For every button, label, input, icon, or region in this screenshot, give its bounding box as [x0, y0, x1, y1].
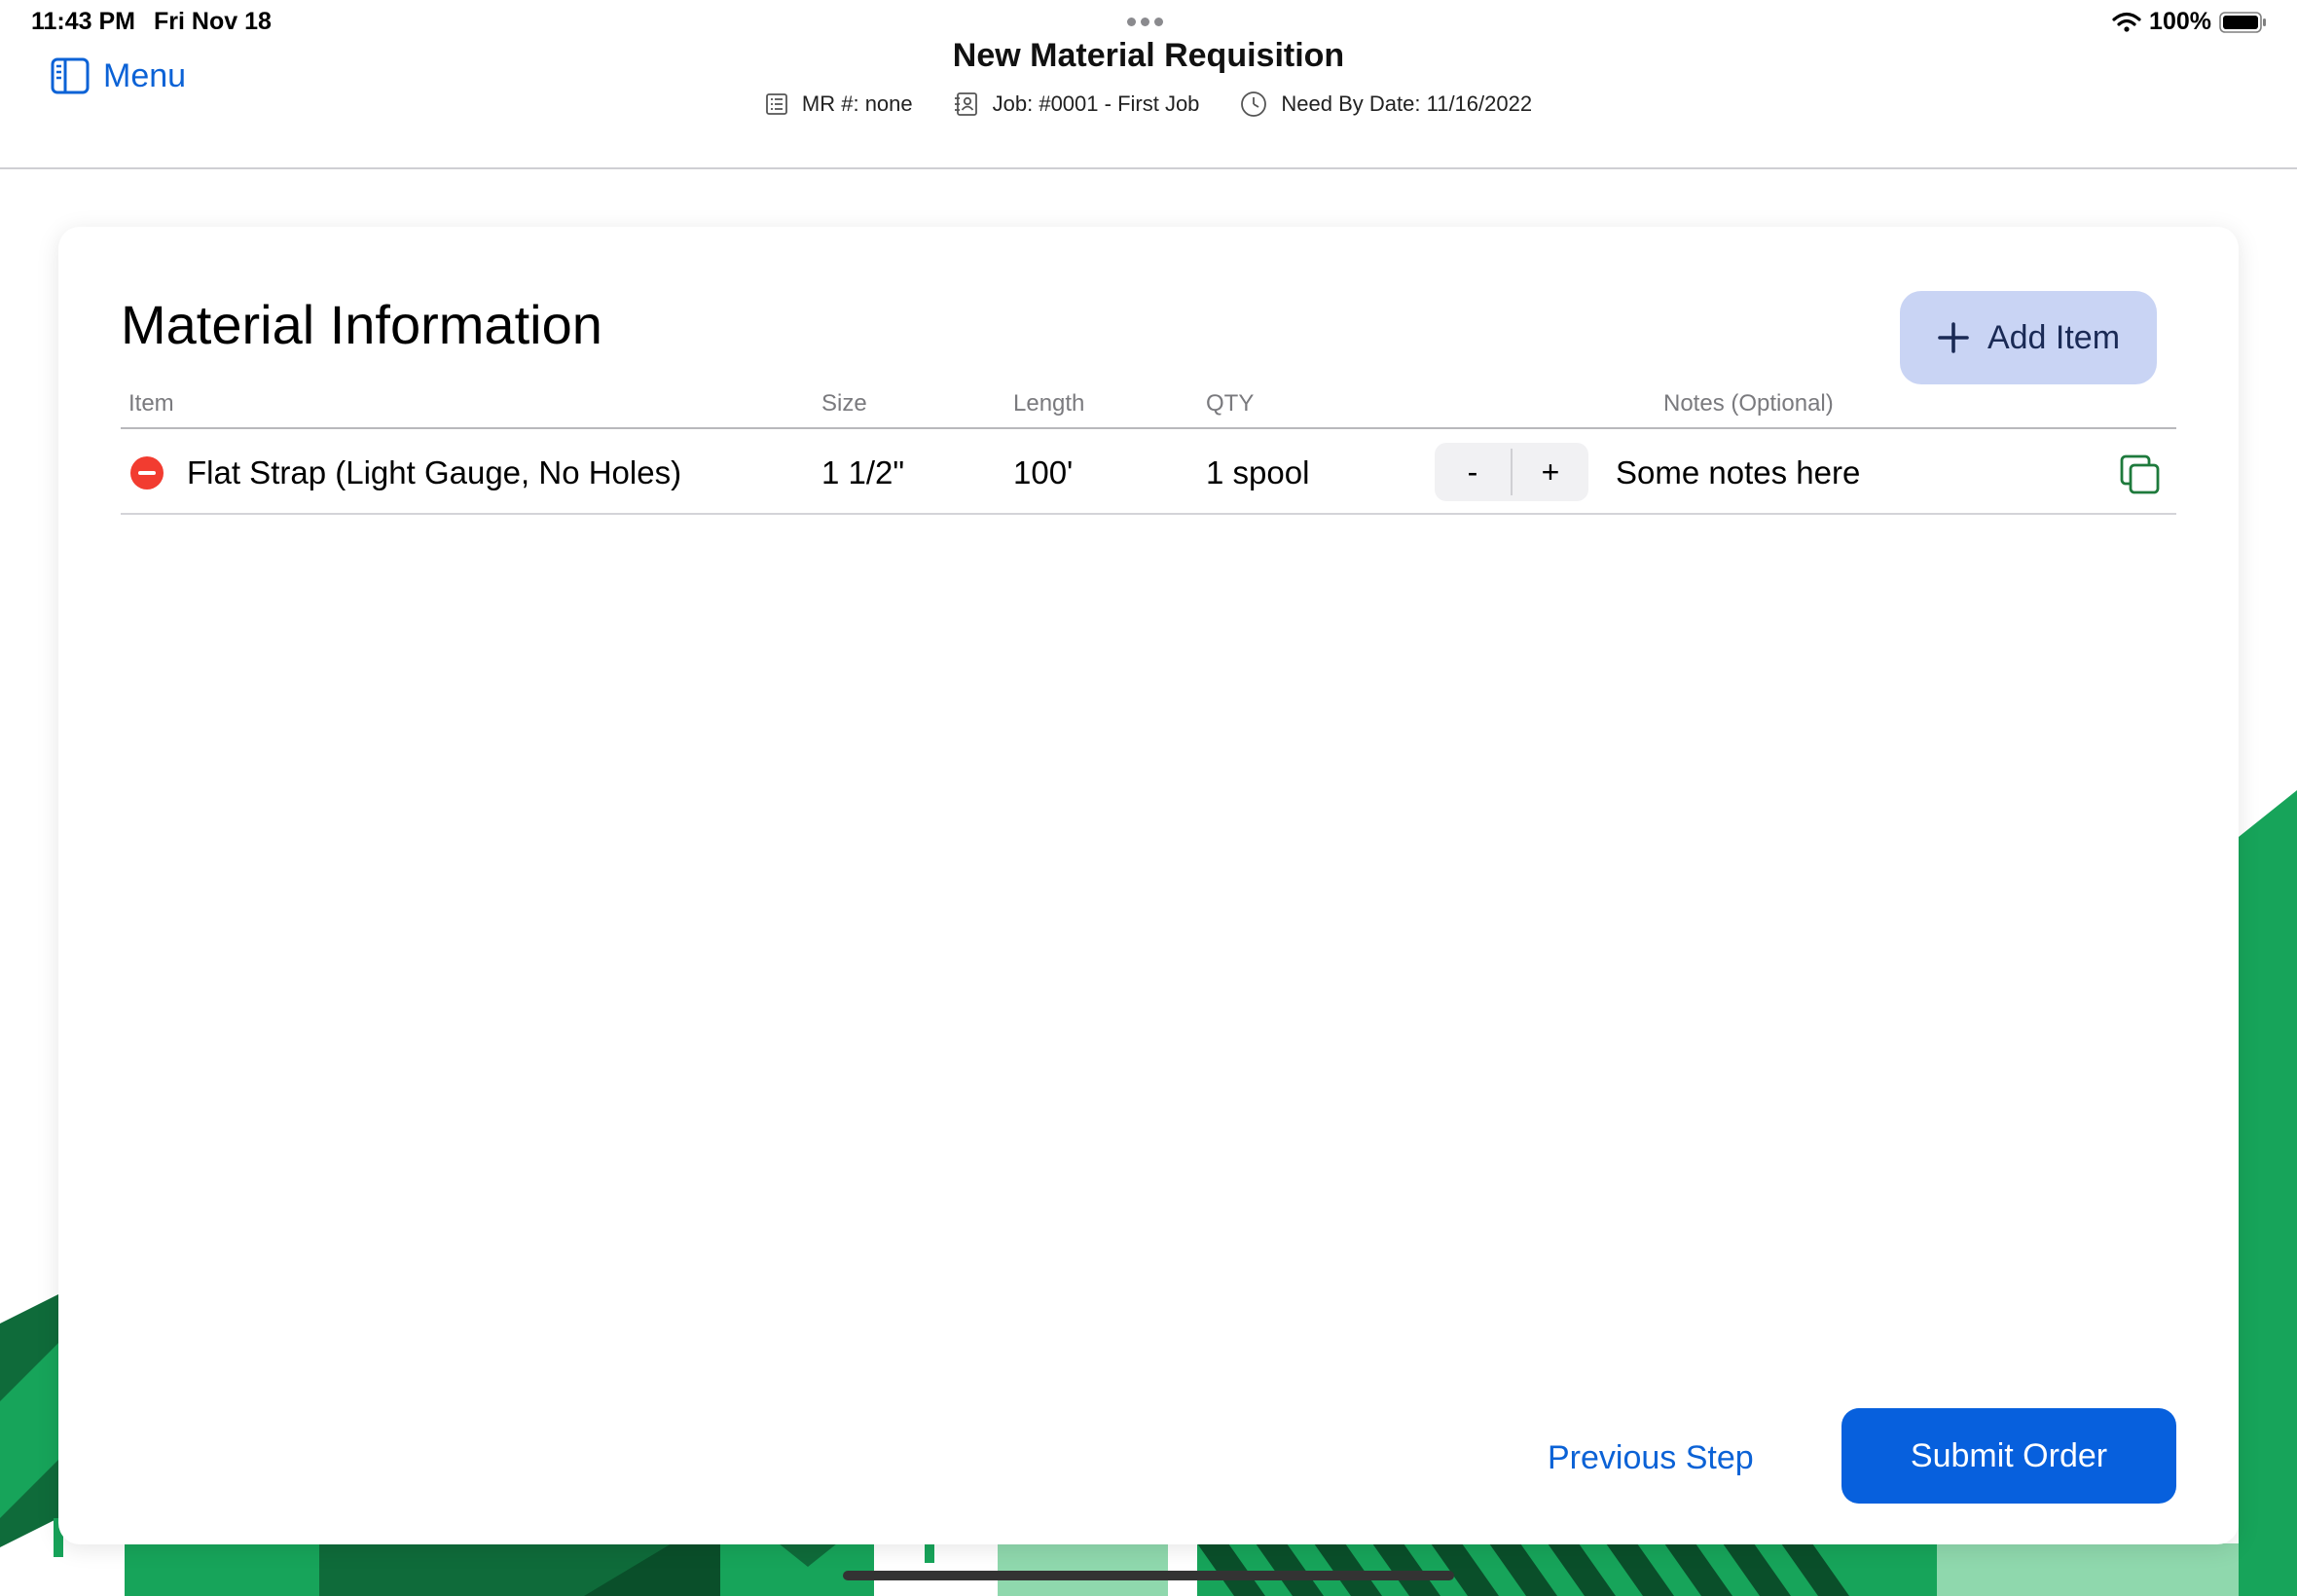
contact-card-icon — [954, 92, 977, 116]
item-size: 1 1/2" — [821, 454, 905, 490]
need-by-text: Need By Date: 11/16/2022 — [1281, 91, 1533, 116]
column-length: Length — [1013, 390, 1085, 417]
decrement-button[interactable]: - — [1435, 443, 1511, 501]
job-text: Job: #0001 - First Job — [992, 91, 1200, 116]
home-indicator[interactable] — [843, 1571, 1454, 1580]
add-item-button[interactable]: Add Item — [1900, 291, 2157, 384]
job-info: Job: #0001 - First Job — [954, 91, 1200, 118]
wifi-icon — [2112, 12, 2141, 32]
requisition-meta: MR #: none Job: #0001 - First Job Need B… — [0, 91, 2297, 118]
mr-number: MR #: none — [765, 91, 913, 118]
mr-number-text: MR #: none — [801, 91, 913, 116]
column-qty: QTY — [1206, 390, 1255, 417]
need-by-date: Need By Date: 11/16/2022 — [1240, 91, 1532, 118]
duplicate-icon[interactable] — [2120, 454, 2161, 495]
column-notes: Notes (Optional) — [1663, 390, 1834, 417]
item-length: 100' — [1013, 454, 1074, 490]
list-icon — [766, 93, 787, 115]
plus-icon — [1938, 322, 1969, 353]
battery-percent: 100% — [2149, 8, 2211, 35]
section-title: Material Information — [121, 294, 602, 355]
status-date: Fri Nov 18 — [154, 8, 272, 35]
item-name: Flat Strap (Light Gauge, No Holes) — [187, 454, 682, 490]
status-bar: 11:43 PM Fri Nov 18 100% — [0, 0, 2297, 47]
column-size: Size — [821, 390, 867, 417]
table-header: Item Size Length QTY Notes (Optional) — [121, 390, 2176, 429]
submit-order-button[interactable]: Submit Order — [1841, 1408, 2176, 1504]
status-time: 11:43 PM — [31, 8, 136, 35]
item-qty: 1 spool — [1206, 454, 1310, 490]
minus-circle-icon[interactable] — [130, 456, 164, 490]
quantity-stepper[interactable]: - + — [1435, 443, 1588, 501]
item-notes[interactable]: Some notes here — [1616, 431, 1860, 515]
multitasking-handle[interactable] — [1127, 18, 1163, 26]
clock-icon — [1241, 91, 1267, 117]
battery-icon — [2219, 11, 2266, 33]
column-item: Item — [128, 390, 174, 417]
previous-step-button[interactable]: Previous Step — [1548, 1439, 1754, 1477]
increment-button[interactable]: + — [1513, 443, 1588, 501]
material-information-card: Material Information Add Item Item Size … — [58, 227, 2239, 1544]
add-item-label: Add Item — [1987, 318, 2121, 356]
status-indicators: 100% — [2112, 8, 2268, 36]
table-row: Flat Strap (Light Gauge, No Holes) 1 1/2… — [121, 431, 2176, 515]
